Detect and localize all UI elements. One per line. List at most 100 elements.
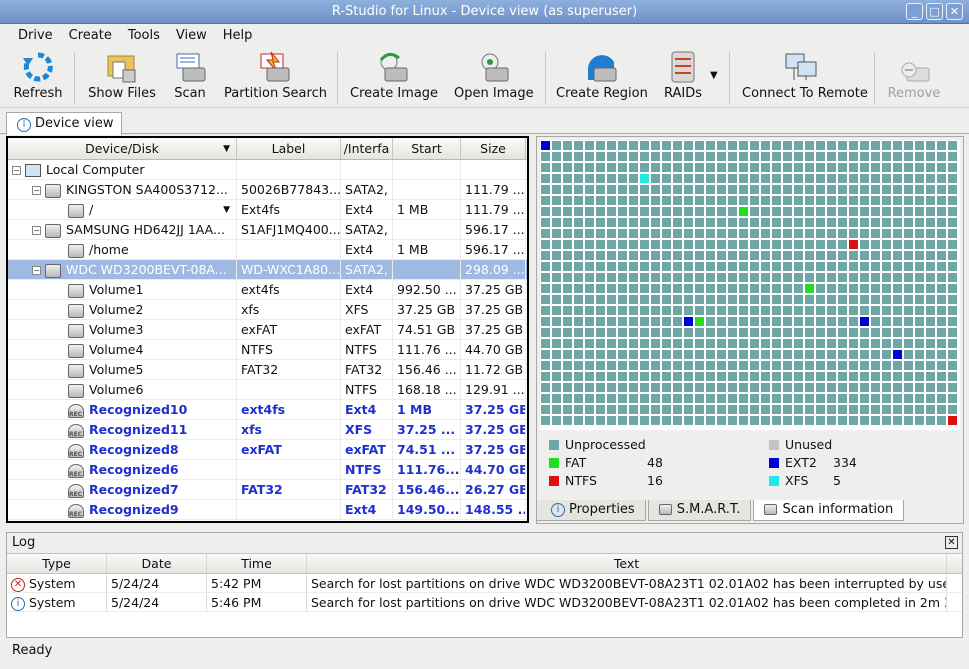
tree-row[interactable]: − SAMSUNG HD642JJ 1AA... S1AFJ1MQ400... SAT… bbox=[8, 220, 527, 240]
scan-cell bbox=[904, 152, 913, 161]
tree-row[interactable]: − WDC WD3200BEVT-08A... WD-WXC1A80... SATA2… bbox=[8, 260, 527, 280]
connect-remote-button[interactable]: Connect To Remote bbox=[742, 50, 868, 106]
tree-row[interactable]: − Local Computer bbox=[8, 160, 527, 180]
tree-row[interactable]: REC Recognized9 Ext4 149.50... 148.55 ... bbox=[8, 500, 527, 520]
log-row[interactable]: i System 5/24/24 5:46 PM Search for lost … bbox=[7, 593, 962, 612]
tree-cell-size: 596.17 ... bbox=[461, 220, 526, 239]
tab-device-view[interactable]: i Device view bbox=[6, 112, 122, 135]
scan-cell bbox=[893, 383, 902, 392]
col-header-interface[interactable]: /Interfa bbox=[341, 138, 393, 159]
scan-cell bbox=[695, 163, 704, 172]
scan-cell bbox=[948, 317, 957, 326]
refresh-button[interactable]: Refresh bbox=[12, 50, 64, 106]
scan-cell bbox=[904, 207, 913, 216]
scan-cell bbox=[552, 262, 561, 271]
tree-row[interactable]: REC Recognized10 ext4fs Ext4 1 MB 37.25 GB bbox=[8, 400, 527, 420]
menu-create[interactable]: Create bbox=[61, 24, 120, 46]
scan-cell bbox=[794, 240, 803, 249]
remove-button[interactable]: Remove bbox=[886, 50, 942, 106]
tree-row[interactable]: Volume4 NTFS NTFS 111.76 ... 44.70 GB bbox=[8, 340, 527, 360]
tree-row[interactable]: Volume5 FAT32 FAT32 156.46 ... 11.72 GB bbox=[8, 360, 527, 380]
scan-cell bbox=[563, 262, 572, 271]
tree-row[interactable]: Volume6 NTFS 168.18 ... 129.91 ... bbox=[8, 380, 527, 400]
col-header-device[interactable]: Device/Disk ▼ bbox=[8, 138, 237, 159]
collapse-toggle[interactable]: − bbox=[32, 186, 41, 195]
scan-cell bbox=[596, 218, 605, 227]
tab-properties[interactable]: i Properties bbox=[536, 500, 646, 521]
raids-dropdown-arrow[interactable]: ▼ bbox=[710, 70, 718, 81]
tree-row[interactable]: REC Recognized6 NTFS 111.76... 44.70 GB bbox=[8, 460, 527, 480]
tree-row[interactable]: Volume2 xfs XFS 37.25 GB 37.25 GB bbox=[8, 300, 527, 320]
scan-cell bbox=[882, 383, 891, 392]
tree-cell-size: 44.70 GB bbox=[461, 340, 526, 359]
create-image-button[interactable]: Create Image bbox=[350, 50, 438, 106]
chevron-down-icon[interactable]: ▼ bbox=[223, 200, 230, 219]
scan-cell bbox=[948, 284, 957, 293]
scan-cell bbox=[651, 317, 660, 326]
tree-row[interactable]: Volume3 exFAT exFAT 74.51 GB 37.25 GB bbox=[8, 320, 527, 340]
tree-cell-start: 168.18 ... bbox=[393, 380, 461, 399]
scan-cell bbox=[684, 350, 693, 359]
scan-cell bbox=[607, 273, 616, 282]
scan-cell bbox=[783, 174, 792, 183]
scan-cell bbox=[673, 383, 682, 392]
scan-cell bbox=[816, 405, 825, 414]
scan-cell bbox=[541, 405, 550, 414]
log-col-date[interactable]: Date bbox=[107, 554, 207, 573]
tree-row[interactable]: Volume1 ext4fs Ext4 992.50 ... 37.25 GB bbox=[8, 280, 527, 300]
tree-row[interactable]: REC Recognized8 exFAT exFAT 74.51 ... 37.25 G… bbox=[8, 440, 527, 460]
menu-tools[interactable]: Tools bbox=[120, 24, 168, 46]
tree-cell-iface: Ext4 bbox=[341, 240, 393, 259]
tree-cell-start: 111.76... bbox=[393, 460, 461, 479]
scan-cell bbox=[684, 207, 693, 216]
show-files-button[interactable]: Show Files bbox=[88, 50, 156, 106]
tree-row[interactable]: / ▼ Ext4fs Ext4 1 MB 111.79 ... bbox=[8, 200, 527, 220]
collapse-toggle[interactable]: − bbox=[12, 166, 21, 175]
scan-cell bbox=[893, 394, 902, 403]
collapse-toggle[interactable]: − bbox=[32, 226, 41, 235]
close-log-button[interactable]: ✕ bbox=[945, 536, 958, 549]
scan-cell bbox=[794, 273, 803, 282]
log-row[interactable]: ✕ System 5/24/24 5:42 PM Search for lost … bbox=[7, 574, 962, 593]
collapse-toggle[interactable]: − bbox=[32, 266, 41, 275]
scan-cell bbox=[695, 251, 704, 260]
scan-cell bbox=[717, 163, 726, 172]
col-header-start[interactable]: Start bbox=[393, 138, 461, 159]
scan-cell bbox=[596, 207, 605, 216]
scan-cell bbox=[563, 317, 572, 326]
scan-cell bbox=[640, 218, 649, 227]
scan-button[interactable]: Scan bbox=[168, 50, 212, 106]
raids-button[interactable]: RAIDs bbox=[662, 50, 704, 106]
scan-cell bbox=[706, 185, 715, 194]
menu-view[interactable]: View bbox=[168, 24, 215, 46]
maximize-button[interactable]: □ bbox=[926, 3, 943, 20]
log-col-text[interactable]: Text bbox=[307, 554, 947, 573]
open-image-button[interactable]: Open Image bbox=[454, 50, 534, 106]
scan-cell bbox=[849, 328, 858, 337]
col-header-size[interactable]: Size bbox=[461, 138, 526, 159]
tab-scan-information[interactable]: Scan information bbox=[753, 500, 905, 521]
tab-smart[interactable]: S.M.A.R.T. bbox=[647, 500, 752, 521]
scan-cell bbox=[926, 152, 935, 161]
menu-drive[interactable]: Drive bbox=[10, 24, 61, 46]
partition-search-button[interactable]: Partition Search bbox=[224, 50, 327, 106]
tree-row[interactable]: REC Recognized11 xfs XFS 37.25 ... 37.25 GB bbox=[8, 420, 527, 440]
scan-cell bbox=[706, 372, 715, 381]
log-col-time[interactable]: Time bbox=[207, 554, 307, 573]
tree-row[interactable]: /home Ext4 1 MB 596.17 ... bbox=[8, 240, 527, 260]
menu-help[interactable]: Help bbox=[215, 24, 261, 46]
scan-cell bbox=[904, 284, 913, 293]
log-col-type[interactable]: Type bbox=[7, 554, 107, 573]
minimize-button[interactable]: _ bbox=[906, 3, 923, 20]
col-header-label[interactable]: Label bbox=[237, 138, 341, 159]
scan-cell bbox=[816, 218, 825, 227]
scan-cell bbox=[882, 339, 891, 348]
tree-row[interactable]: REC Recognized7 FAT32 FAT32 156.46... 26.27 G… bbox=[8, 480, 527, 500]
scan-cell bbox=[937, 152, 946, 161]
tree-row[interactable]: − KINGSTON SA400S3712... 50026B77843... SAT… bbox=[8, 180, 527, 200]
close-button[interactable]: ✕ bbox=[946, 3, 963, 20]
scan-cell bbox=[673, 284, 682, 293]
scan-cell bbox=[662, 383, 671, 392]
create-region-button[interactable]: Create Region bbox=[556, 50, 648, 106]
scan-cell bbox=[596, 196, 605, 205]
